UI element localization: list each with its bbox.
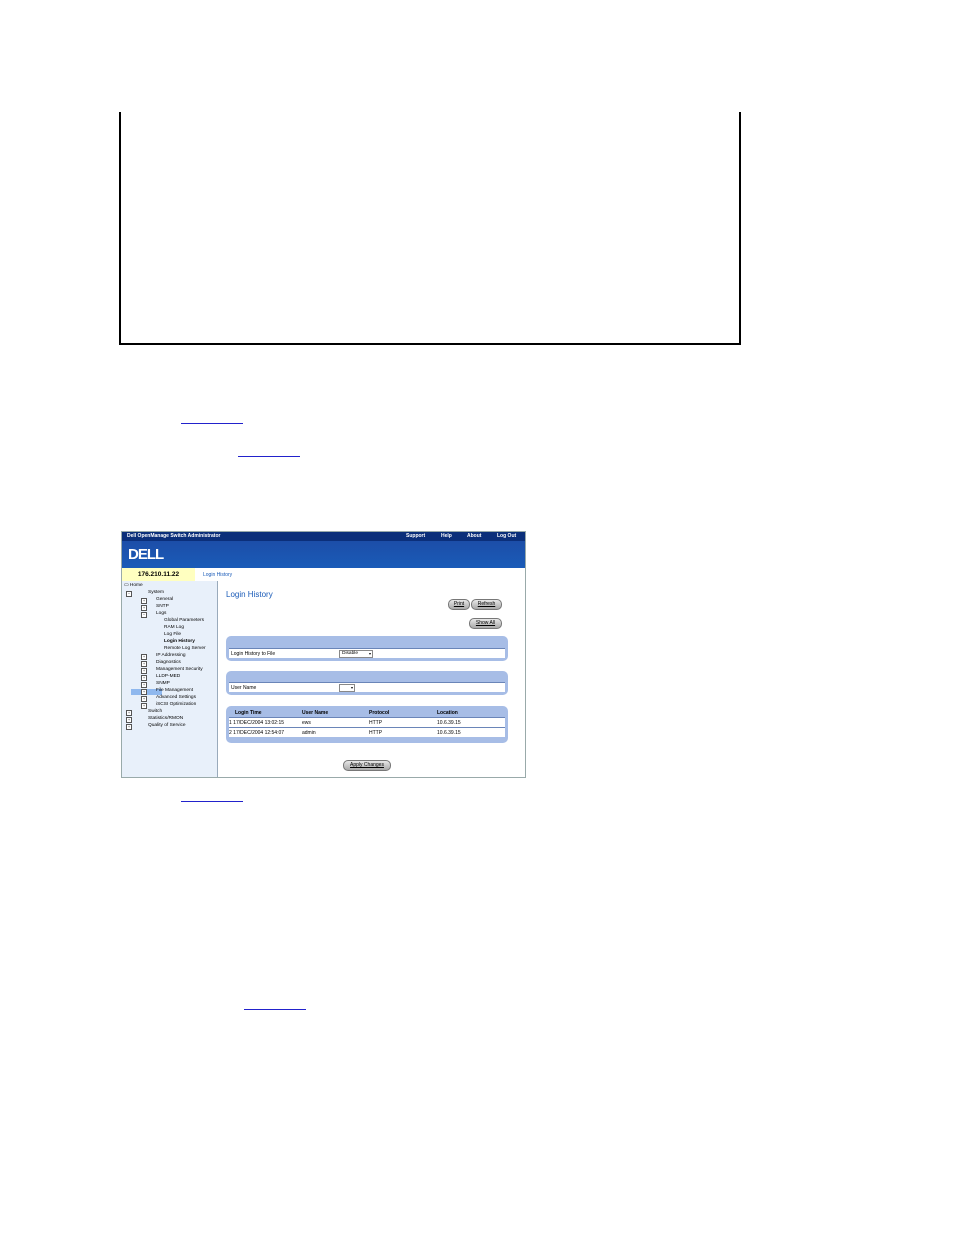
- brand-bar: DELL: [122, 541, 525, 568]
- print-button[interactable]: Print: [448, 599, 470, 610]
- expand-icon[interactable]: +: [141, 675, 147, 681]
- expand-icon[interactable]: +: [141, 703, 147, 709]
- column-header-protocol: Protocol: [369, 710, 390, 716]
- document-link-1[interactable]: [181, 422, 243, 424]
- expand-icon[interactable]: +: [141, 598, 147, 604]
- user-name-cell: admin: [302, 730, 316, 736]
- expand-icon[interactable]: +: [141, 696, 147, 702]
- tree-item-home[interactable]: ▭ Home: [124, 583, 143, 589]
- tree-item-statistics-rmon[interactable]: Statistics/RMON: [148, 716, 183, 722]
- expand-icon[interactable]: +: [141, 654, 147, 660]
- tree-item-ip-addressing[interactable]: IP Addressing: [156, 653, 186, 659]
- tree-item-file-management[interactable]: File Management: [156, 688, 193, 694]
- apply-changes-button[interactable]: Apply Changes: [343, 760, 391, 771]
- protocol-cell: HTTP: [369, 720, 383, 726]
- about-link[interactable]: About: [467, 533, 481, 539]
- expand-icon[interactable]: +: [141, 668, 147, 674]
- dell-logo: DELL: [128, 546, 164, 563]
- user-name-panel: User Name ▾: [226, 671, 508, 695]
- app-title: Dell OpenManage Switch Administrator: [127, 533, 221, 539]
- document-bordered-box: [119, 112, 741, 345]
- location-cell: 10.6.39.15: [437, 720, 461, 726]
- page-title: Login History: [226, 590, 273, 599]
- breadcrumb: Login History: [203, 572, 233, 578]
- tree-item-login-history[interactable]: Login History: [164, 639, 195, 645]
- expand-icon[interactable]: +: [126, 710, 132, 716]
- main-content: Login History Print Refresh Show All Log…: [218, 581, 525, 777]
- file-setting-row: Login History to File Disable ▾: [229, 648, 505, 658]
- login-history-table: Login Time User Name Protocol Location 1…: [226, 706, 508, 743]
- expand-icon[interactable]: +: [141, 661, 147, 667]
- show-all-button[interactable]: Show All: [469, 618, 502, 629]
- user-name-cell: ews: [302, 720, 311, 726]
- column-header-location: Location: [437, 710, 458, 716]
- folder-icon: ▭: [124, 583, 129, 588]
- help-link[interactable]: Help: [441, 533, 452, 539]
- login-history-to-file-select[interactable]: Disable ▾: [339, 650, 373, 658]
- tree-item-management-security[interactable]: Management Security: [156, 667, 203, 673]
- login-time-cell: 2 17/DEC/2004 12:54:07: [229, 730, 285, 736]
- user-name-select[interactable]: ▾: [339, 684, 355, 692]
- table-row[interactable]: 2 17/DEC/2004 12:54:07 admin HTTP 10.6.3…: [229, 727, 505, 737]
- protocol-cell: HTTP: [369, 730, 383, 736]
- tree-item-general[interactable]: General: [156, 597, 173, 603]
- column-header-login-time: Login Time: [235, 710, 262, 716]
- dropdown-arrow-icon: ▾: [350, 685, 353, 690]
- navigation-tree: ▭ Home − System + General + SNTP − Logs …: [122, 581, 218, 777]
- tree-item-remote-log-server[interactable]: Remote Log Server: [164, 646, 206, 652]
- tree-item-sntp[interactable]: SNTP: [156, 604, 169, 610]
- tree-item-system[interactable]: System: [148, 590, 164, 596]
- tree-item-switch[interactable]: Switch: [148, 709, 162, 715]
- tree-item-logs[interactable]: Logs: [156, 611, 166, 617]
- expand-icon[interactable]: +: [126, 724, 132, 730]
- support-link[interactable]: Support: [406, 533, 425, 539]
- tree-item-ram-log[interactable]: RAM Log: [164, 625, 184, 631]
- login-time-cell: 1 17/DEC/2004 13:02:15: [229, 720, 285, 726]
- document-link-3[interactable]: [181, 800, 243, 802]
- column-header-user-name: User Name: [302, 710, 329, 716]
- log-out-link[interactable]: Log Out: [497, 533, 516, 539]
- tree-item-lldp-med[interactable]: LLDP-MED: [156, 674, 180, 680]
- tree-item-log-file[interactable]: Log File: [164, 632, 181, 638]
- login-history-to-file-panel: Login History to File Disable ▾: [226, 636, 508, 661]
- device-ip: 176.210.11.22: [122, 568, 195, 581]
- document-link-2[interactable]: [238, 455, 300, 457]
- expand-icon[interactable]: +: [126, 717, 132, 723]
- refresh-button[interactable]: Refresh: [471, 599, 502, 610]
- switch-admin-screenshot: Dell OpenManage Switch Administrator Sup…: [121, 531, 526, 778]
- expand-icon[interactable]: +: [141, 689, 147, 695]
- expand-icon[interactable]: +: [141, 682, 147, 688]
- tree-item-snmp[interactable]: SNMP: [156, 681, 170, 687]
- select-value: Disable: [342, 651, 358, 656]
- document-link-4[interactable]: [244, 1008, 306, 1010]
- user-name-row: User Name ▾: [229, 682, 505, 692]
- tree-item-iscsi-optimization[interactable]: iSCSI Optimization: [156, 702, 196, 708]
- tree-item-global-parameters[interactable]: Global Parameters: [164, 618, 204, 624]
- expand-icon[interactable]: +: [141, 605, 147, 611]
- login-history-to-file-label: Login History to File: [231, 651, 276, 657]
- tree-item-advanced-settings[interactable]: Advanced Settings: [156, 695, 196, 701]
- top-bar: Dell OpenManage Switch Administrator Sup…: [122, 532, 525, 541]
- collapse-icon[interactable]: −: [126, 591, 132, 597]
- tree-item-diagnostics[interactable]: Diagnostics: [156, 660, 181, 666]
- user-name-label: User Name: [231, 685, 257, 691]
- dropdown-arrow-icon: ▾: [368, 651, 371, 656]
- tree-item-quality-of-service[interactable]: Quality of Service: [148, 723, 186, 729]
- location-cell: 10.6.39.15: [437, 730, 461, 736]
- collapse-icon[interactable]: −: [141, 612, 147, 618]
- table-row[interactable]: 1 17/DEC/2004 13:02:15 ews HTTP 10.6.39.…: [229, 717, 505, 727]
